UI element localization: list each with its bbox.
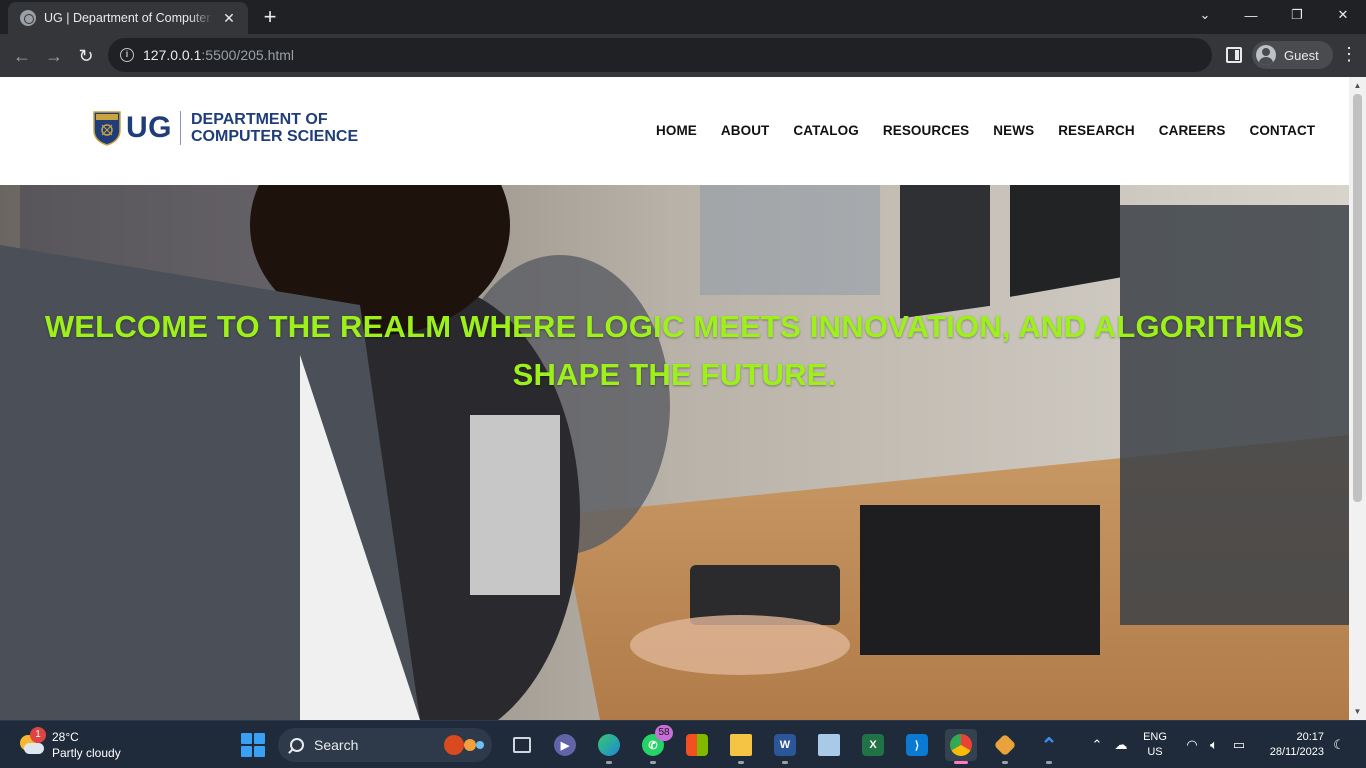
nav-research[interactable]: RESEARCH: [1058, 123, 1135, 138]
weather-temp: 28°C: [52, 730, 79, 744]
show-hidden-icons-icon[interactable]: ⌃: [1088, 737, 1106, 753]
search-label: Search: [314, 737, 359, 753]
address-bar[interactable]: i 127.0.0.1:5500/205.html: [108, 38, 1212, 72]
tab-title: UG | Department of Computer Science: [44, 11, 214, 25]
logo-ug-text: UG: [126, 111, 172, 144]
scrollbar-thumb[interactable]: [1353, 94, 1362, 502]
focus-moon-icon[interactable]: ☾: [1330, 737, 1348, 753]
nav-catalog[interactable]: CATALOG: [793, 123, 858, 138]
profile-button[interactable]: Guest: [1252, 41, 1333, 69]
nav-about[interactable]: ABOUT: [721, 123, 770, 138]
volume-icon[interactable]: 🔈︎: [1205, 737, 1223, 753]
windows-start-icon[interactable]: [241, 733, 265, 757]
weather-desc: Partly cloudy: [52, 746, 121, 760]
browser-menu-icon[interactable]: ⋮: [1340, 44, 1358, 64]
restore-icon[interactable]: ❐: [1274, 0, 1320, 30]
logo-dept-line1: DEPARTMENT OF: [191, 111, 328, 128]
word-icon[interactable]: W: [769, 729, 801, 764]
hero-background-image: [0, 185, 1349, 720]
whatsapp-icon[interactable]: ✆ 58: [637, 725, 673, 764]
tab-search-icon[interactable]: ⌄: [1182, 0, 1228, 30]
chrome-icon[interactable]: [945, 729, 977, 764]
close-window-icon[interactable]: ✕: [1320, 0, 1366, 30]
logo-divider: [180, 111, 181, 145]
logo-dept-line2: COMPUTER SCIENCE: [191, 128, 359, 145]
whatsapp-badge: 58: [655, 725, 673, 741]
forward-arrow-icon[interactable]: →: [41, 43, 67, 69]
excel-icon[interactable]: X: [857, 729, 889, 761]
nav-resources[interactable]: RESOURCES: [883, 123, 969, 138]
nav-home[interactable]: HOME: [656, 123, 697, 138]
window-controls: ⌄ — ❐ ✕: [1182, 0, 1366, 32]
profile-name: Guest: [1284, 47, 1319, 63]
url-host: 127.0.0.1: [143, 47, 202, 63]
language-code: ENG: [1143, 731, 1167, 743]
url-path: :5500/205.html: [201, 47, 295, 63]
task-view-icon[interactable]: [506, 729, 538, 761]
battery-icon[interactable]: ▭: [1230, 737, 1248, 753]
tab-close-icon[interactable]: ✕: [220, 10, 238, 27]
arc-app-icon[interactable]: ⌃: [1033, 729, 1065, 764]
minimize-icon[interactable]: —: [1228, 0, 1274, 30]
notepad-icon[interactable]: [813, 729, 845, 761]
scroll-down-arrow-icon[interactable]: ▼: [1349, 703, 1366, 720]
edge-icon[interactable]: [593, 729, 625, 764]
vscode-icon[interactable]: ⟩: [901, 729, 933, 761]
file-explorer-icon[interactable]: [725, 729, 757, 764]
wifi-icon[interactable]: ◠: [1183, 737, 1201, 753]
search-highlight-icon: [444, 735, 484, 755]
ug-crest-icon: [92, 110, 122, 146]
logo-department-text: DEPARTMENT OF COMPUTER SCIENCE: [191, 111, 358, 145]
taskbar-search[interactable]: Search: [278, 728, 492, 762]
hero-heading: WELCOME TO THE REALM WHERE LOGIC MEETS I…: [44, 309, 1305, 392]
page-viewport: UG DEPARTMENT OF COMPUTER SCIENCE HOME A…: [0, 77, 1366, 720]
browser-tab-active[interactable]: UG | Department of Computer Science ✕: [8, 2, 248, 34]
onedrive-icon[interactable]: ☁: [1112, 737, 1130, 753]
scroll-up-arrow-icon[interactable]: ▲: [1349, 77, 1366, 94]
system-clock[interactable]: 20:17 28/11/2023: [1262, 730, 1324, 760]
windows-taskbar: 1 28°C Partly cloudy Search ▶ ✆ 58 W X ⟩…: [0, 720, 1366, 768]
hero-section: WELCOME TO THE REALM WHERE LOGIC MEETS I…: [0, 185, 1349, 720]
clock-time: 20:17: [1296, 731, 1324, 743]
git-icon[interactable]: [989, 729, 1021, 764]
side-panel-icon[interactable]: [1226, 47, 1242, 63]
weather-badge: 1: [30, 727, 46, 743]
clock-date: 28/11/2023: [1269, 746, 1324, 758]
region-code: US: [1147, 746, 1163, 758]
new-tab-button[interactable]: +: [258, 6, 282, 30]
nav-news[interactable]: NEWS: [993, 123, 1034, 138]
microsoft-store-icon[interactable]: [681, 729, 713, 761]
back-arrow-icon[interactable]: ←: [9, 43, 35, 69]
site-info-icon[interactable]: i: [120, 48, 134, 62]
globe-icon: [20, 10, 36, 26]
avatar-icon: [1256, 45, 1276, 65]
reload-icon[interactable]: ↻: [73, 43, 99, 69]
main-nav: HOME ABOUT CATALOG RESOURCES NEWS RESEAR…: [656, 123, 1339, 138]
language-indicator[interactable]: ENG US: [1142, 730, 1168, 760]
page-scrollbar[interactable]: ▲ ▼: [1349, 77, 1366, 720]
weather-text: 28°C Partly cloudy: [52, 729, 121, 761]
site-logo[interactable]: UG DEPARTMENT OF COMPUTER SCIENCE: [92, 110, 358, 146]
search-icon: [290, 738, 304, 752]
weather-widget[interactable]: 1 28°C Partly cloudy: [18, 727, 121, 761]
browser-tab-strip: UG | Department of Computer Science ✕ + …: [0, 0, 1366, 34]
nav-careers[interactable]: CAREERS: [1159, 123, 1226, 138]
site-header: UG DEPARTMENT OF COMPUTER SCIENCE HOME A…: [0, 77, 1349, 185]
nav-contact[interactable]: CONTACT: [1249, 123, 1315, 138]
teams-icon[interactable]: ▶: [549, 729, 581, 761]
